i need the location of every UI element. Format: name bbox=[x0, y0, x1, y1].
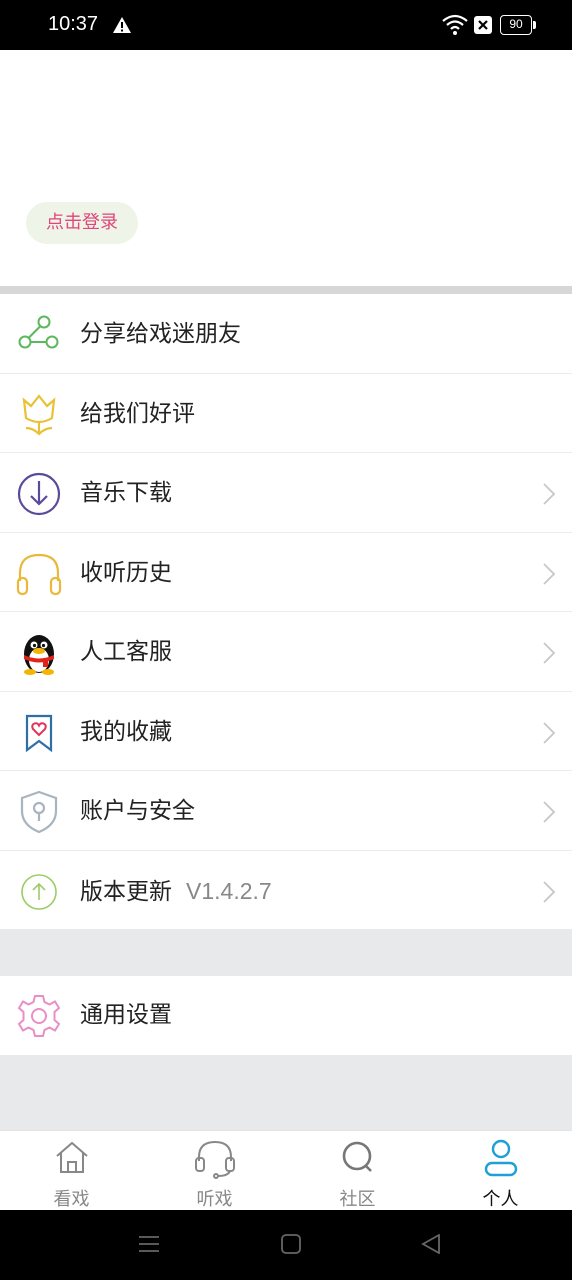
battery-icon: 90 bbox=[500, 15, 536, 35]
menu-item-rate[interactable]: 给我们好评 bbox=[0, 374, 572, 453]
menu-label: 给我们好评 bbox=[80, 400, 195, 427]
section-divider bbox=[0, 286, 572, 294]
warning-icon bbox=[112, 16, 132, 38]
menu-label: 音乐下载 bbox=[80, 480, 172, 506]
tab-label: 听戏 bbox=[196, 1189, 233, 1210]
bottom-tab-bar: 看戏 听戏 社区 个人 bbox=[0, 1130, 572, 1210]
chevron-right-icon bbox=[542, 721, 556, 749]
menu-item-account-security[interactable]: 账户与安全 bbox=[0, 771, 572, 851]
headphones-icon bbox=[16, 551, 62, 597]
chevron-right-icon bbox=[542, 562, 556, 590]
sim-blocked-icon bbox=[474, 16, 492, 38]
shield-lock-icon bbox=[16, 789, 62, 835]
person-icon bbox=[483, 1139, 519, 1181]
menu-item-general-settings[interactable]: 通用设置 bbox=[0, 976, 572, 1055]
version-number: V1.4.2.7 bbox=[186, 877, 272, 904]
upgrade-icon bbox=[16, 869, 62, 915]
menu-item-history[interactable]: 收听历史 bbox=[0, 533, 572, 612]
download-icon bbox=[16, 471, 62, 517]
menu-label: 收听历史 bbox=[80, 559, 172, 586]
tab-label: 看戏 bbox=[53, 1189, 90, 1210]
menu-list: 分享给戏迷朋友 给我们好评 音乐下载 收听历史 人工客服 我的收藏 账户与安全 … bbox=[0, 294, 572, 930]
gear-icon bbox=[16, 993, 62, 1039]
status-bar: 10:37 90 bbox=[0, 0, 572, 50]
home-square-icon[interactable] bbox=[281, 1234, 301, 1258]
menu-label: 账户与安全 bbox=[80, 798, 195, 824]
tab-label: 个人 bbox=[482, 1189, 519, 1210]
menu-item-customer-service[interactable]: 人工客服 bbox=[0, 612, 572, 692]
section-gap bbox=[0, 929, 572, 976]
bookmark-heart-icon bbox=[16, 710, 62, 756]
wifi-icon bbox=[442, 14, 468, 40]
menu-label: 分享给戏迷朋友 bbox=[80, 321, 241, 347]
menu-item-share[interactable]: 分享给戏迷朋友 bbox=[0, 294, 572, 374]
login-button[interactable]: 点击登录 bbox=[26, 202, 138, 244]
menu-label: 我的收藏 bbox=[80, 718, 172, 745]
flower-icon bbox=[16, 392, 62, 438]
menu-label: 版本更新 V1.4.2.7 bbox=[80, 851, 272, 932]
search-icon bbox=[340, 1139, 376, 1179]
chevron-right-icon bbox=[542, 800, 556, 828]
tab-profile[interactable]: 个人 bbox=[429, 1131, 572, 1211]
battery-level: 90 bbox=[500, 15, 532, 35]
version-update-label: 版本更新 bbox=[80, 878, 172, 905]
back-icon[interactable] bbox=[421, 1233, 441, 1258]
tab-watch[interactable]: 看戏 bbox=[0, 1131, 143, 1211]
system-nav-bar bbox=[0, 1210, 572, 1280]
tab-listen[interactable]: 听戏 bbox=[143, 1131, 286, 1211]
menu-item-version-update[interactable]: 版本更新 V1.4.2.7 bbox=[0, 851, 572, 931]
tab-community[interactable]: 社区 bbox=[286, 1131, 429, 1211]
chevron-right-icon bbox=[542, 482, 556, 510]
menu-label: 通用设置 bbox=[80, 1002, 172, 1028]
headset-icon bbox=[194, 1139, 236, 1183]
chevron-right-icon bbox=[542, 880, 556, 908]
status-time: 10:37 bbox=[48, 13, 99, 35]
chevron-right-icon bbox=[542, 641, 556, 669]
qq-penguin-icon bbox=[16, 630, 62, 676]
menu-item-music-download[interactable]: 音乐下载 bbox=[0, 453, 572, 533]
menu-icon[interactable] bbox=[139, 1234, 159, 1258]
tab-label: 社区 bbox=[339, 1189, 376, 1210]
menu-label: 人工客服 bbox=[80, 639, 172, 665]
menu-item-favorites[interactable]: 我的收藏 bbox=[0, 692, 572, 771]
share-icon bbox=[16, 312, 62, 358]
home-icon bbox=[54, 1139, 90, 1179]
profile-header: 点击登录 bbox=[0, 50, 572, 286]
